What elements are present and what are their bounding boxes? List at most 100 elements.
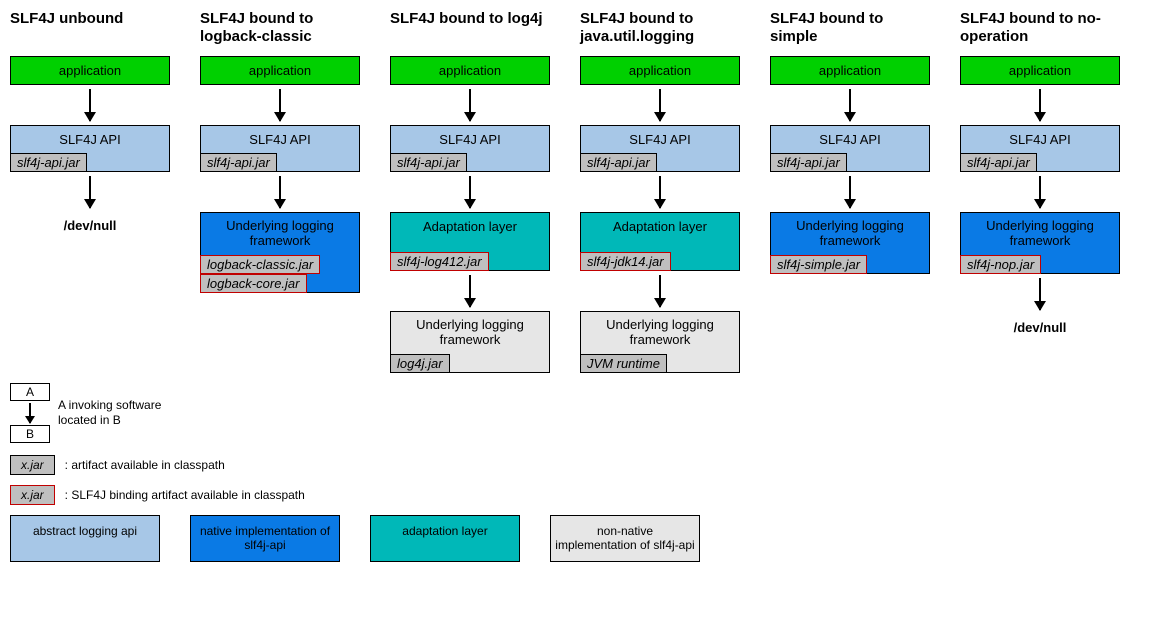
app-label: application <box>1009 63 1071 78</box>
arrow-icon <box>469 275 471 307</box>
col-title: SLF4J bound to logback-classic <box>200 10 360 48</box>
diagram-columns: SLF4J unbound application SLF4J API slf4… <box>10 10 1142 373</box>
col-simple: SLF4J bound to simple application SLF4J … <box>770 10 930 373</box>
jar-tag-binding: slf4j-simple.jar <box>770 255 867 274</box>
legend-color-adapt: adaptation layer <box>370 515 520 562</box>
legend-color-native: native implementation of slf4j-api <box>190 515 340 562</box>
slf4j-api-box: SLF4J API slf4j-api.jar <box>960 125 1120 172</box>
api-label: SLF4J API <box>961 130 1119 149</box>
application-box: application <box>200 56 360 85</box>
application-box: application <box>390 56 550 85</box>
arrow-icon <box>849 176 851 208</box>
col-logback: SLF4J bound to logback-classic applicati… <box>200 10 360 373</box>
jar-tag: slf4j-api.jar <box>200 153 277 172</box>
legend-area: A B A invoking software located in B x.j… <box>10 383 1142 562</box>
jar-tag: slf4j-api.jar <box>770 153 847 172</box>
legend-text: : artifact available in classpath <box>65 458 225 472</box>
app-label: application <box>819 63 881 78</box>
legend-row-binding: x.jar : SLF4J binding artifact available… <box>10 485 1142 505</box>
arrow-icon <box>89 89 91 121</box>
col-title: SLF4J bound to simple <box>770 10 930 48</box>
jar-tag-binding: slf4j-jdk14.jar <box>580 252 671 271</box>
arrow-icon <box>659 176 661 208</box>
arrow-icon <box>29 403 31 423</box>
arrow-icon <box>469 89 471 121</box>
col-unbound: SLF4J unbound application SLF4J API slf4… <box>10 10 170 373</box>
legend-jar: x.jar <box>10 455 55 475</box>
legend-color-nonnative: non-native implementation of slf4j-api <box>550 515 700 562</box>
jar-tag: slf4j-api.jar <box>10 153 87 172</box>
underlying-framework-box: Underlying logging framework JVM runtime <box>580 311 740 373</box>
ab-box-b: B <box>10 425 50 443</box>
app-label: application <box>439 63 501 78</box>
slf4j-api-box: SLF4J API slf4j-api.jar <box>10 125 170 172</box>
col-nop: SLF4J bound to no-operation application … <box>960 10 1120 373</box>
jar-tag: JVM runtime <box>580 354 667 373</box>
ab-box-a: A <box>10 383 50 401</box>
api-label: SLF4J API <box>11 130 169 149</box>
arrow-icon <box>89 176 91 208</box>
jar-tag: slf4j-api.jar <box>580 153 657 172</box>
adaptation-box: Adaptation layer slf4j-log412.jar <box>390 212 550 271</box>
arrow-icon <box>659 275 661 307</box>
col-title: SLF4J unbound <box>10 10 170 48</box>
ab-stack: A B <box>10 383 50 443</box>
api-label: SLF4J API <box>581 130 739 149</box>
slf4j-api-box: SLF4J API slf4j-api.jar <box>200 125 360 172</box>
framework-label: Underlying logging framework <box>391 316 549 350</box>
arrow-icon <box>849 89 851 121</box>
devnull-label: /dev/null <box>1014 314 1067 341</box>
app-label: application <box>249 63 311 78</box>
ab-legend-text: A invoking software located in B <box>58 398 168 427</box>
col-title: SLF4J bound to java.util.logging <box>580 10 740 48</box>
jar-tag: slf4j-api.jar <box>390 153 467 172</box>
legend-row-artifact: x.jar : artifact available in classpath <box>10 455 1142 475</box>
legend-color-api: abstract logging api <box>10 515 160 562</box>
arrow-icon <box>659 89 661 121</box>
jar-tag-binding: slf4j-log412.jar <box>390 252 489 271</box>
app-label: application <box>59 63 121 78</box>
api-label: SLF4J API <box>391 130 549 149</box>
framework-label: Underlying logging framework <box>581 316 739 350</box>
col-title: SLF4J bound to log4j <box>390 10 550 48</box>
jar-tag-binding: slf4j-nop.jar <box>960 255 1041 274</box>
slf4j-api-box: SLF4J API slf4j-api.jar <box>390 125 550 172</box>
col-title: SLF4J bound to no-operation <box>960 10 1120 48</box>
devnull-label: /dev/null <box>64 212 117 239</box>
application-box: application <box>10 56 170 85</box>
jar-tag: slf4j-api.jar <box>960 153 1037 172</box>
native-framework-box: Underlying logging framework logback-cla… <box>200 212 360 293</box>
framework-label: Underlying logging framework <box>201 217 359 251</box>
arrow-icon <box>1039 89 1041 121</box>
slf4j-api-box: SLF4J API slf4j-api.jar <box>770 125 930 172</box>
jar-tag: log4j.jar <box>390 354 450 373</box>
arrow-icon <box>1039 176 1041 208</box>
application-box: application <box>770 56 930 85</box>
api-label: SLF4J API <box>771 130 929 149</box>
application-box: application <box>580 56 740 85</box>
col-jul: SLF4J bound to java.util.logging applica… <box>580 10 740 373</box>
legend-jar-binding: x.jar <box>10 485 55 505</box>
arrow-icon <box>1039 278 1041 310</box>
framework-label: Underlying logging framework <box>961 217 1119 251</box>
arrow-icon <box>279 89 281 121</box>
api-label: SLF4J API <box>201 130 359 149</box>
adaptation-box: Adaptation layer slf4j-jdk14.jar <box>580 212 740 271</box>
underlying-framework-box: Underlying logging framework log4j.jar <box>390 311 550 373</box>
color-legend: abstract logging api native implementati… <box>10 515 1142 562</box>
col-log4j: SLF4J bound to log4j application SLF4J A… <box>390 10 550 373</box>
ab-legend: A B A invoking software located in B <box>10 383 1142 443</box>
jar-tag-binding: logback-classic.jar <box>200 255 320 274</box>
framework-label: Underlying logging framework <box>771 217 929 251</box>
legend-text: : SLF4J binding artifact available in cl… <box>65 488 305 502</box>
arrow-icon <box>279 176 281 208</box>
slf4j-api-box: SLF4J API slf4j-api.jar <box>580 125 740 172</box>
app-label: application <box>629 63 691 78</box>
application-box: application <box>960 56 1120 85</box>
adapt-label: Adaptation layer <box>391 217 549 248</box>
arrow-icon <box>469 176 471 208</box>
native-framework-box: Underlying logging framework slf4j-nop.j… <box>960 212 1120 274</box>
native-framework-box: Underlying logging framework slf4j-simpl… <box>770 212 930 274</box>
adapt-label: Adaptation layer <box>581 217 739 248</box>
jar-tag-binding: logback-core.jar <box>200 274 307 293</box>
